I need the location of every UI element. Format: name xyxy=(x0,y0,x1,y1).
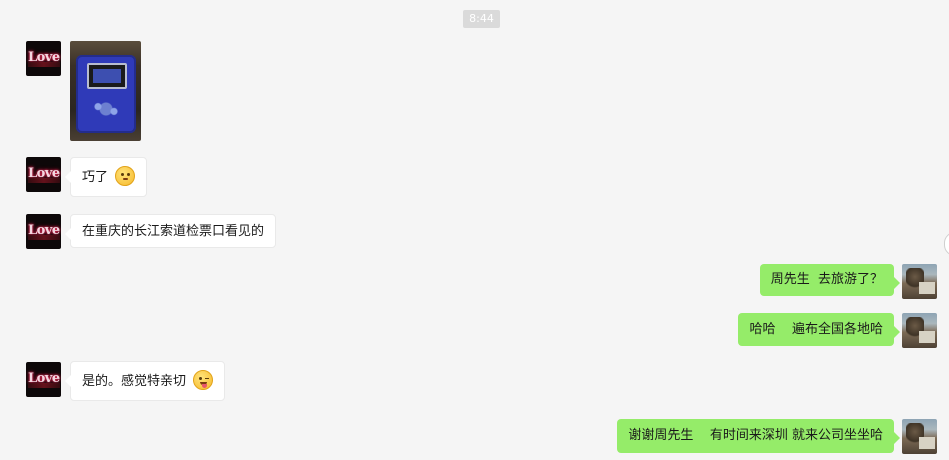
message-timestamp: 8:44 xyxy=(463,10,500,28)
image-message[interactable] xyxy=(70,41,141,141)
message-bubble-received[interactable]: 是的。感觉特亲切 xyxy=(64,361,226,401)
tongue-wink-emoji xyxy=(193,369,214,390)
message-text: 在重庆的长江索道检票口看见的 xyxy=(82,224,265,239)
message-text: 周先生 去旅游了？ xyxy=(770,272,883,287)
contact-avatar[interactable]: Love xyxy=(26,214,61,249)
contact-avatar[interactable]: Love xyxy=(26,41,61,76)
message-text: 谢谢周先生 有时间来深圳 就来公司坐坐哈 xyxy=(628,428,883,443)
user-avatar[interactable] xyxy=(902,419,937,454)
thinking-face-emoji xyxy=(115,165,136,186)
message-text: 是的。感觉特亲切 xyxy=(82,374,187,389)
message-bubble-received[interactable]: 在重庆的长江索道检票口看见的 xyxy=(64,214,277,248)
message-bubble-sent[interactable]: 周先生 去旅游了？ xyxy=(759,264,901,296)
message-text: 巧了 xyxy=(82,170,109,185)
user-avatar[interactable] xyxy=(902,313,937,348)
message-text: 哈哈 遍布全国各地哈 xyxy=(749,322,883,337)
contact-avatar[interactable]: Love xyxy=(26,362,61,397)
user-avatar[interactable] xyxy=(902,264,937,299)
scroll-handle[interactable] xyxy=(944,232,949,256)
message-bubble-sent[interactable]: 谢谢周先生 有时间来深圳 就来公司坐坐哈 xyxy=(617,419,900,453)
message-bubble-sent[interactable]: 哈哈 遍布全国各地哈 xyxy=(738,313,900,346)
contact-avatar[interactable]: Love xyxy=(26,157,61,192)
message-bubble-received[interactable]: 巧了 xyxy=(64,157,148,197)
device-photo xyxy=(76,55,136,133)
